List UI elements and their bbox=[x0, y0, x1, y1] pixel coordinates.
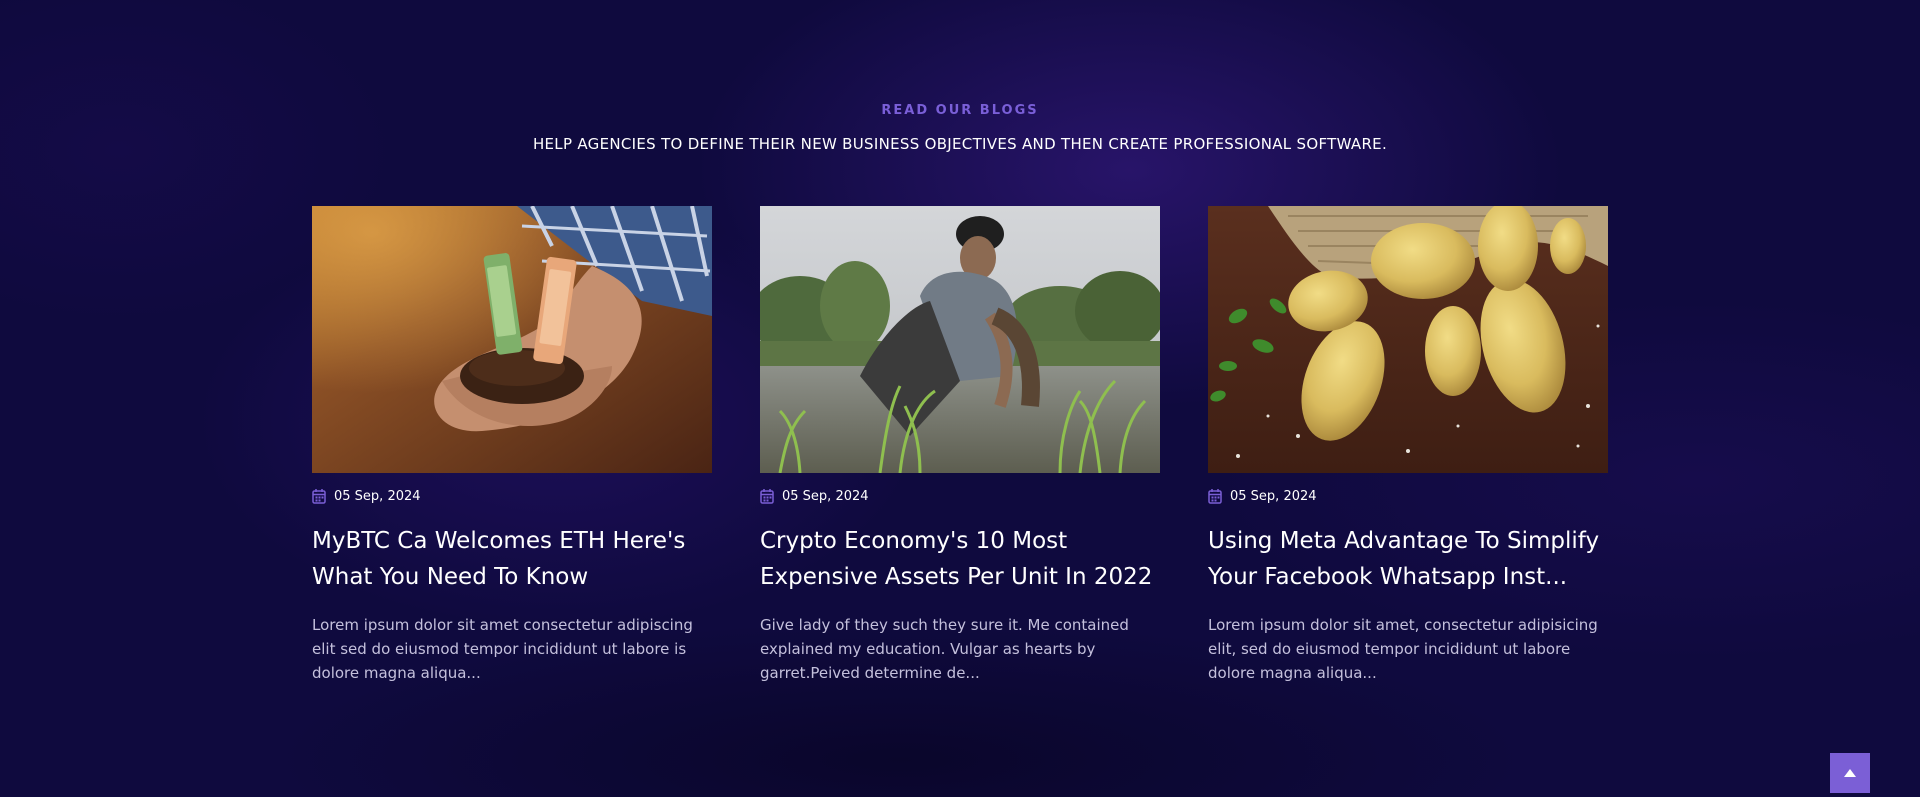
post-excerpt: Lorem ipsum dolor sit amet consectetur a… bbox=[312, 616, 693, 682]
post-title-link[interactable]: MyBTC Ca Welcomes ETH Here's What You Ne… bbox=[312, 523, 712, 595]
blog-card-image[interactable] bbox=[760, 206, 1160, 473]
post-date: 05 Sep, 2024 bbox=[334, 488, 421, 504]
scroll-to-top-button[interactable] bbox=[1830, 753, 1870, 793]
hands-soil-money-photo bbox=[312, 206, 712, 473]
blog-card-image[interactable] bbox=[312, 206, 712, 473]
section-subtitle: HELP AGENCIES TO DEFINE THEIR NEW BUSINE… bbox=[532, 135, 1388, 153]
section-eyebrow: READ OUR BLOGS bbox=[881, 103, 1039, 118]
blog-section: READ OUR BLOGS HELP AGENCIES TO DEFINE T… bbox=[0, 0, 1920, 797]
blog-card[interactable]: 05 Sep, 2024 MyBTC Ca Welcomes ETH Here'… bbox=[312, 206, 712, 685]
post-meta: 05 Sep, 2024 bbox=[1208, 487, 1608, 505]
arrow-up-icon bbox=[1844, 769, 1856, 777]
blog-card[interactable]: 05 Sep, 2024 Using Meta Advantage To Sim… bbox=[1208, 206, 1608, 685]
post-date: 05 Sep, 2024 bbox=[782, 488, 869, 504]
calendar-icon bbox=[312, 489, 326, 504]
calendar-icon bbox=[1208, 489, 1222, 504]
post-meta: 05 Sep, 2024 bbox=[312, 487, 712, 505]
post-excerpt: Lorem ipsum dolor sit amet, consectetur … bbox=[1208, 616, 1598, 682]
post-excerpt: Give lady of they such they sure it. Me … bbox=[760, 616, 1129, 682]
blog-card[interactable]: 05 Sep, 2024 Crypto Economy's 10 Most Ex… bbox=[760, 206, 1160, 685]
blog-card-image[interactable] bbox=[1208, 206, 1608, 473]
calendar-icon bbox=[760, 489, 774, 504]
post-meta: 05 Sep, 2024 bbox=[760, 487, 1160, 505]
farmer-rice-field-photo bbox=[760, 206, 1160, 473]
post-title-link[interactable]: Using Meta Advantage To Simplify Your Fa… bbox=[1208, 523, 1608, 595]
post-title-link[interactable]: Crypto Economy's 10 Most Expensive Asset… bbox=[760, 523, 1160, 595]
post-date: 05 Sep, 2024 bbox=[1230, 488, 1317, 504]
potatoes-sack-photo bbox=[1208, 206, 1608, 473]
